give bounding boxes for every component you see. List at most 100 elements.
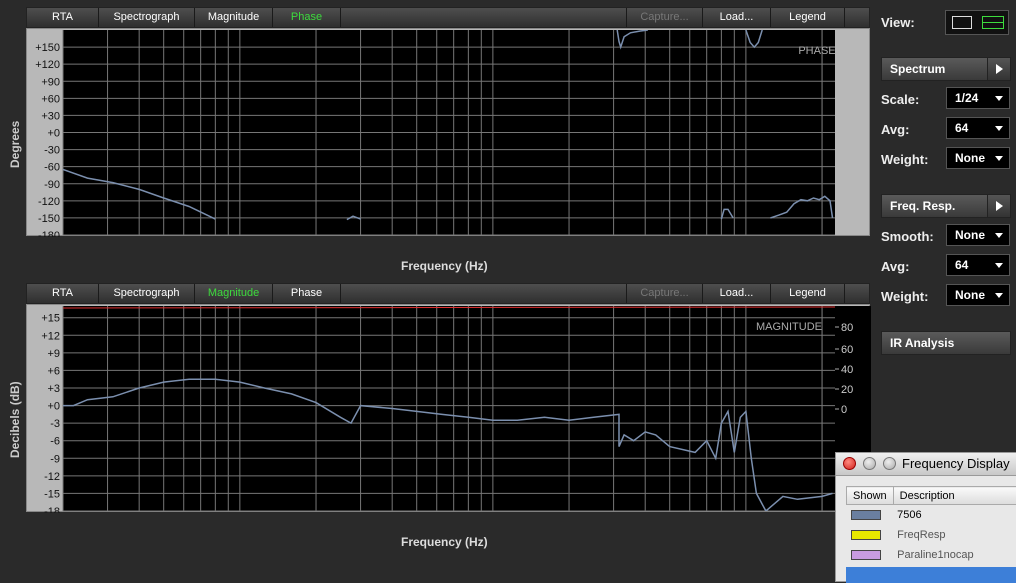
tab-legend[interactable]: Legend [771,8,845,27]
play-icon[interactable] [987,195,1010,217]
trace-table: Shown Description 7506 FreqResp Paraline… [846,486,1016,565]
chevron-down-icon [995,263,1003,268]
phase-xlabel: Frequency (Hz) [401,259,488,273]
y-tick-label: -60 [44,162,60,174]
smooth-label: Smooth: [881,229,934,244]
chevron-down-icon [995,156,1003,161]
magnitude-xlabel: Frequency (Hz) [401,535,488,549]
tab-spacer [341,8,627,27]
y-tick-label: -3 [50,418,60,430]
tab-phase[interactable]: Phase [273,8,341,27]
tab-load[interactable]: Load... [703,284,771,303]
y-tick-label: -9 [50,453,60,465]
tab-rta[interactable]: RTA [27,8,99,27]
frequency-display-window: Frequency Display Shown Description 7506… [835,452,1016,582]
zoom-icon[interactable] [883,457,896,470]
overlay-label: MAGNITUDE [756,321,822,333]
y-tick-label: +30 [41,110,60,122]
spectrum-section-button[interactable]: Spectrum [881,57,1011,81]
phase-plot[interactable]: +150+120+90+60+30+0-30-60-90-120-150-180… [26,28,870,236]
y2-tick-label: 40 [841,364,853,376]
y-tick-label: +150 [35,42,60,54]
weight-dropdown[interactable]: None [946,147,1010,169]
tab-capture[interactable]: Capture... [627,284,703,303]
phase-chart: +150+120+90+60+30+0-30-60-90-120-150-180… [27,29,871,237]
split-view-icon[interactable] [982,16,1004,29]
table-row[interactable]: FreqResp [847,525,1016,545]
y-tick-label: +0 [47,128,60,140]
scale-label: Scale: [881,92,919,107]
y-tick-label: -180 [38,230,60,237]
magnitude-chart: +15+12+9+6+3+0-3-6-9-12-15-1831.56312525… [27,305,871,513]
trace-color-swatch [851,550,881,560]
selected-row[interactable] [846,567,1016,583]
phase-ylabel: Degrees [8,121,22,168]
tab-rta[interactable]: RTA [27,284,99,303]
y-tick-label: -6 [50,436,60,448]
tab-magnitude[interactable]: Magnitude [195,8,273,27]
tab-load[interactable]: Load... [703,8,771,27]
close-icon[interactable] [843,457,856,470]
y-tick-label: -15 [44,488,60,500]
y-tick-label: +120 [35,59,60,71]
y-tick-label: -12 [44,471,60,483]
smooth-value: None [955,228,985,242]
y-tick-label: +12 [41,330,60,342]
scale-dropdown[interactable]: 1/24 [946,87,1010,109]
fr-avg-dropdown[interactable]: 64 [946,254,1010,276]
spectrum-label: Spectrum [890,62,945,76]
freq-resp-label: Freq. Resp. [890,199,955,213]
trace-description: Paraline1nocap [893,545,1016,565]
avg-label: Avg: [881,122,909,137]
y-tick-label: +90 [41,76,60,88]
column-header-description[interactable]: Description [893,487,1016,505]
tab-spectrograph[interactable]: Spectrograph [99,8,195,27]
tab-magnitude[interactable]: Magnitude [195,284,273,303]
tab-capture[interactable]: Capture... [627,8,703,27]
avg-dropdown[interactable]: 64 [946,117,1010,139]
weight-label: Weight: [881,152,928,167]
chevron-down-icon [995,126,1003,131]
fr-avg-value: 64 [955,258,968,272]
minimize-icon[interactable] [863,457,876,470]
chevron-down-icon [995,96,1003,101]
trace-description: FreqResp [893,525,1016,545]
table-row[interactable]: Paraline1nocap [847,545,1016,565]
smooth-dropdown[interactable]: None [946,224,1010,246]
phase-tabbar: RTASpectrographMagnitudePhaseCapture...L… [26,7,870,28]
play-icon[interactable] [987,58,1010,80]
fr-weight-dropdown[interactable]: None [946,284,1010,306]
fr-weight-label: Weight: [881,289,928,304]
chevron-down-icon [995,293,1003,298]
scale-value: 1/24 [955,91,978,105]
magnitude-plot[interactable]: +15+12+9+6+3+0-3-6-9-12-15-1831.56312525… [26,304,870,512]
y-tick-label: -90 [44,179,60,191]
tab-spectrograph[interactable]: Spectrograph [99,284,195,303]
y-tick-label: -150 [38,213,60,225]
single-view-icon[interactable] [952,16,972,29]
trace-swatch-cell [847,545,894,565]
ir-analysis-label: IR Analysis [890,336,954,350]
ir-analysis-button[interactable]: IR Analysis [881,331,1011,355]
overlay-label: PHASE [798,45,835,57]
magnitude-tabbar: RTASpectrographMagnitudePhaseCapture...L… [26,283,870,304]
y-tick-label: +3 [47,383,60,395]
tab-legend[interactable]: Legend [771,284,845,303]
tab-phase[interactable]: Phase [273,284,341,303]
trace-description: 7506 [893,505,1016,526]
y-tick-label: -18 [44,506,60,513]
window-title: Frequency Display [902,456,1010,471]
plot-area [63,306,835,511]
trace-color-swatch [851,510,881,520]
trace-swatch-cell [847,505,894,526]
y-tick-label: -30 [44,145,60,157]
y-tick-label: +0 [47,401,60,413]
y-tick-label: -120 [38,196,60,208]
fr-weight-value: None [955,288,985,302]
table-row[interactable]: 7506 [847,505,1016,526]
y-tick-label: +15 [41,313,60,325]
column-header-shown[interactable]: Shown [847,487,894,505]
y2-tick-label: 80 [841,322,853,334]
freq-resp-section-button[interactable]: Freq. Resp. [881,194,1011,218]
y-tick-label: +6 [47,365,60,377]
